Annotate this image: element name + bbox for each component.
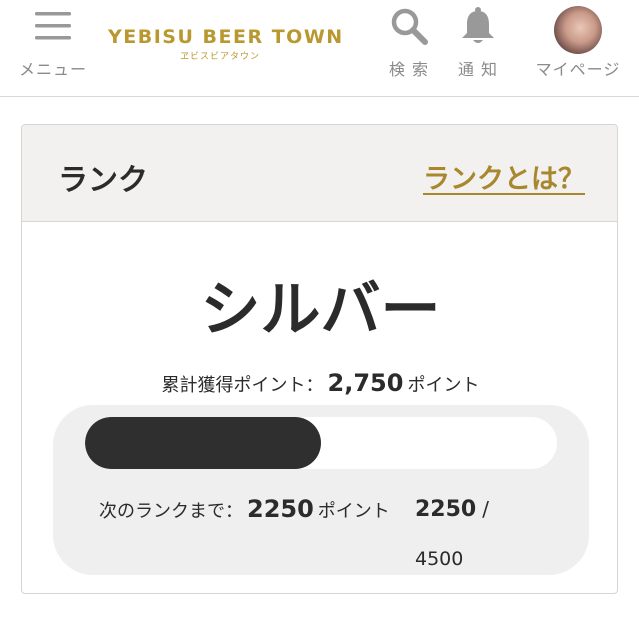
search-label: 検 索: [388, 60, 430, 79]
rank-card-title: ランク: [58, 163, 148, 198]
logo-main-text: YEBISU BEER TOWN: [108, 26, 344, 48]
search-button[interactable]: 検 索: [382, 0, 436, 96]
rank-card-header: ランク ランクとは？: [22, 125, 617, 222]
next-rank-value: 2250: [247, 495, 314, 523]
search-icon: [389, 6, 429, 50]
progress-current: 2250: [415, 497, 477, 522]
notification-button[interactable]: 通 知: [450, 0, 506, 96]
total-points-unit: ポイント: [407, 375, 480, 396]
rank-info-link[interactable]: ランクとは？: [423, 157, 585, 196]
mypage-label: マイページ: [535, 60, 621, 79]
mypage-button[interactable]: マイページ: [527, 0, 629, 96]
next-rank-text: 次のランクまで： 2250 ポイント: [99, 485, 399, 536]
progress-separator: /: [482, 497, 489, 521]
bell-icon: [459, 6, 497, 50]
hamburger-icon: [33, 9, 73, 47]
next-rank-unit: ポイント: [317, 501, 390, 522]
rank-progress-panel: 次のランクまで： 2250 ポイント 2250/ 4500: [53, 405, 589, 575]
app-header: メニュー YEBISU BEER TOWN ヱビスビアタウン 検 索 通 知 マ…: [0, 0, 639, 97]
rank-progress-bar: [85, 417, 557, 469]
menu-button[interactable]: メニュー: [12, 0, 94, 96]
rank-name: シルバー: [200, 275, 441, 345]
next-rank-label: 次のランクまで：: [99, 501, 243, 522]
notify-label: 通 知: [457, 60, 499, 79]
site-logo[interactable]: YEBISU BEER TOWN ヱビスビアタウン: [108, 26, 344, 62]
progress-total: 4500: [415, 548, 464, 570]
total-points-label: 累計獲得ポイント：: [161, 375, 324, 396]
avatar: [554, 6, 602, 54]
logo-sub-text: ヱビスビアタウン: [179, 52, 260, 62]
rank-progress-fill: [85, 417, 321, 469]
total-points-value: 2,750: [327, 369, 404, 397]
total-points: 累計獲得ポイント： 2,750 ポイント: [22, 369, 617, 397]
progress-ratio: 2250/ 4500: [415, 485, 535, 583]
menu-label: メニュー: [18, 60, 87, 79]
rank-card: ランク ランクとは？ シルバー 累計獲得ポイント： 2,750 ポイント 次のランク…: [21, 124, 618, 594]
